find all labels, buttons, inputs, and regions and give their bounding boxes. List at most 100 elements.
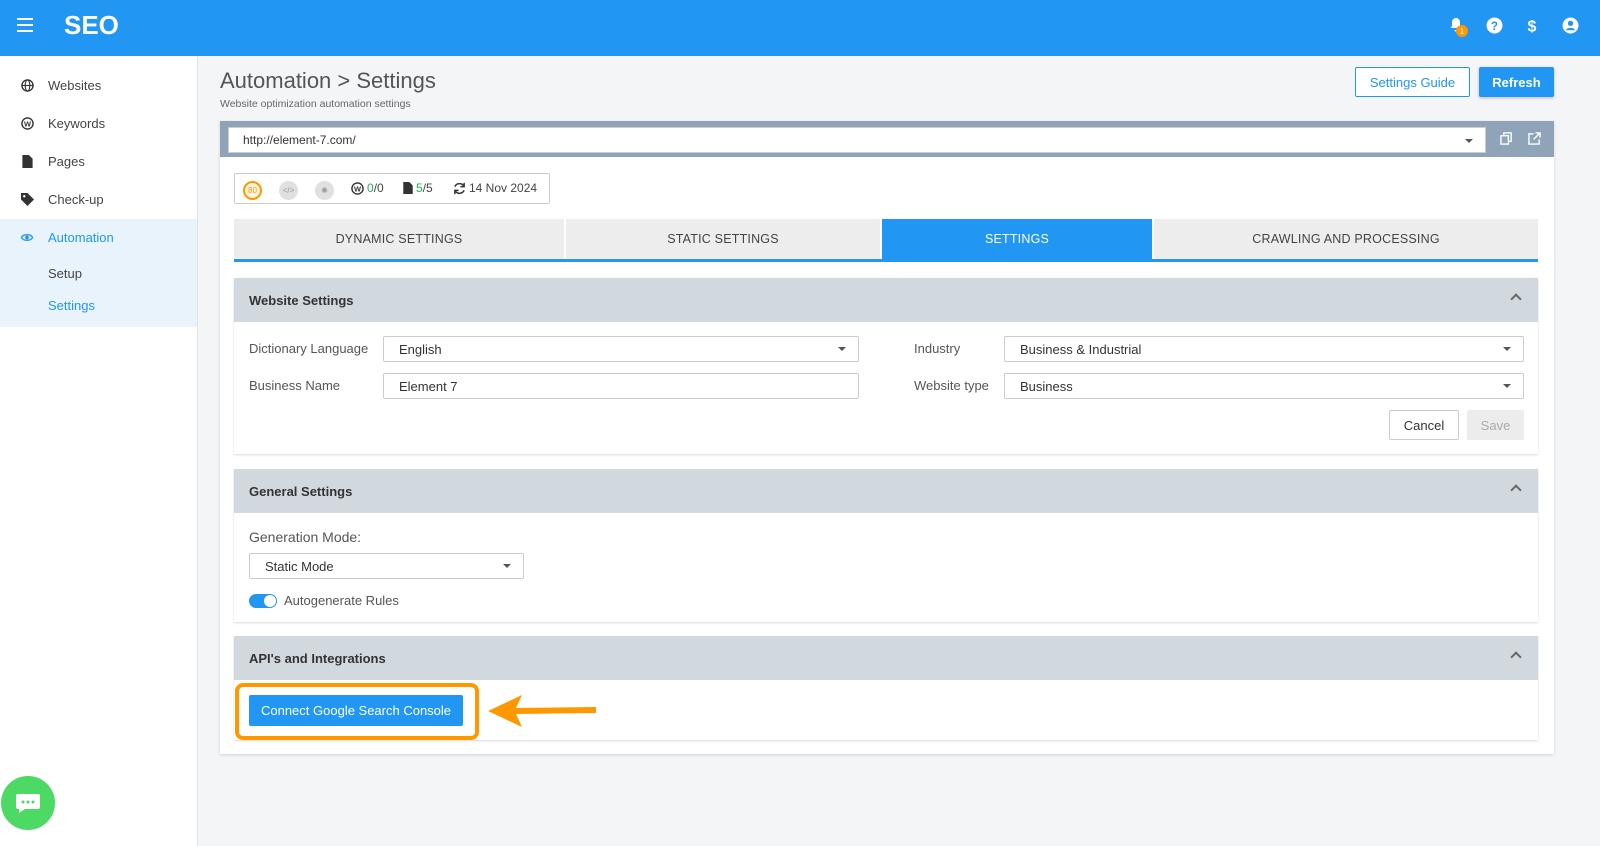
- sidebar-item-label: Websites: [48, 77, 102, 93]
- settings-guide-button[interactable]: Settings Guide: [1355, 67, 1470, 97]
- generation-mode-label: Generation Mode:: [249, 529, 362, 545]
- svg-text:W: W: [24, 119, 31, 128]
- business-name-label: Business Name: [249, 378, 341, 393]
- dictionary-language-label: Dictionary Language: [249, 341, 369, 356]
- page-subtitle: Website optimization automation settings: [220, 98, 411, 110]
- chevron-down-icon: [503, 564, 511, 568]
- website-type-select[interactable]: Business: [1004, 373, 1524, 399]
- integration-icon[interactable]: ✺: [315, 181, 334, 200]
- last-sync-stat: 14 Nov 2024: [453, 181, 537, 195]
- panel-title: API's and Integrations: [249, 651, 386, 666]
- website-type-value: Business: [1020, 379, 1073, 394]
- tab-settings[interactable]: SETTINGS: [882, 219, 1152, 259]
- chevron-down-icon: [1503, 347, 1511, 351]
- svg-text:?: ?: [1490, 19, 1497, 32]
- sidebar-item-checkup[interactable]: Check-up: [0, 180, 197, 218]
- website-url-select[interactable]: http://element-7.com/: [228, 127, 1486, 153]
- business-name-input[interactable]: Element 7: [383, 373, 859, 399]
- w-circle-icon: W: [20, 116, 34, 130]
- settings-tabs: DYNAMIC SETTINGS STATIC SETTINGS SETTING…: [234, 219, 1538, 262]
- toggle-knob: [264, 595, 276, 607]
- sidebar-subitem-settings[interactable]: Settings: [48, 298, 95, 313]
- save-button[interactable]: Save: [1467, 410, 1524, 440]
- w-circle-icon: W: [351, 181, 364, 195]
- sidebar-item-label: Pages: [48, 153, 85, 169]
- tab-crawling-processing[interactable]: CRAWLING AND PROCESSING: [1154, 219, 1538, 259]
- website-settings-panel: Website Settings Dictionary Language Eng…: [234, 278, 1538, 454]
- file-icon: [403, 182, 413, 194]
- sidebar: Websites W Keywords Pages Check-up Autom…: [0, 56, 198, 846]
- svg-text:$: $: [1528, 18, 1537, 34]
- industry-value: Business & Industrial: [1020, 342, 1142, 357]
- tag-icon: [20, 192, 34, 206]
- tab-dynamic-settings[interactable]: DYNAMIC SETTINGS: [234, 219, 564, 259]
- website-stats-bar: 80 </> ✺ W 0/0 5/5 14 Nov 2024: [234, 173, 550, 204]
- chevron-up-icon[interactable]: [1510, 651, 1522, 663]
- chevron-up-icon[interactable]: [1510, 293, 1522, 305]
- business-name-value: Element 7: [399, 379, 458, 394]
- chevron-down-icon: [1503, 384, 1511, 388]
- sidebar-item-label: Automation: [48, 229, 114, 245]
- url-bar: http://element-7.com/: [220, 121, 1554, 157]
- sidebar-item-automation[interactable]: Automation: [0, 218, 197, 256]
- svg-text:W: W: [354, 184, 361, 193]
- refresh-button[interactable]: Refresh: [1479, 67, 1554, 97]
- keywords-total: /0: [373, 181, 384, 195]
- autogenerate-rules-toggle[interactable]: [249, 594, 277, 608]
- page-title: Automation > Settings: [220, 68, 436, 93]
- file-icon: [20, 154, 34, 168]
- tab-underline: [234, 259, 1538, 262]
- chat-support-icon[interactable]: [1, 776, 55, 830]
- seo-score[interactable]: 80: [243, 181, 262, 200]
- arrow-annotation-icon: [488, 695, 596, 727]
- sidebar-item-label: Keywords: [48, 115, 106, 131]
- panel-title: General Settings: [249, 484, 353, 499]
- billing-dollar-icon[interactable]: $: [1522, 15, 1542, 35]
- hamburger-menu-icon[interactable]: [17, 18, 33, 32]
- sidebar-item-pages[interactable]: Pages: [0, 142, 197, 180]
- top-icons: 1 ? $: [1446, 15, 1580, 37]
- generation-mode-select[interactable]: Static Mode: [249, 553, 524, 579]
- code-icon[interactable]: </>: [279, 181, 298, 200]
- dictionary-language-value: English: [399, 342, 442, 357]
- pages-count: 5: [416, 181, 423, 195]
- sync-icon: [454, 182, 465, 194]
- generation-mode-value: Static Mode: [265, 559, 334, 574]
- top-bar: SEO 1 ? $: [0, 0, 1600, 56]
- panel-title: Website Settings: [249, 293, 354, 308]
- sidebar-subitem-setup[interactable]: Setup: [48, 266, 82, 281]
- autogenerate-rules-label: Autogenerate Rules: [284, 593, 399, 608]
- pages-total: /5: [422, 181, 433, 195]
- website-settings-header[interactable]: Website Settings: [234, 278, 1538, 322]
- sidebar-item-keywords[interactable]: W Keywords: [0, 104, 197, 142]
- pages-stat: 5/5: [403, 181, 433, 195]
- website-type-label: Website type: [914, 378, 989, 393]
- score-value: 80: [243, 181, 262, 200]
- keywords-count: 0: [367, 181, 374, 195]
- brand-logo: SEO: [64, 10, 119, 40]
- chevron-down-icon: [838, 347, 846, 351]
- account-user-icon[interactable]: [1560, 15, 1580, 35]
- chevron-up-icon[interactable]: [1510, 484, 1522, 496]
- chevron-down-icon: [1465, 139, 1473, 143]
- help-icon[interactable]: ?: [1484, 15, 1504, 35]
- tab-static-settings[interactable]: STATIC SETTINGS: [566, 219, 880, 259]
- sidebar-item-websites[interactable]: Websites: [0, 66, 197, 104]
- sidebar-item-label: Check-up: [48, 191, 104, 207]
- general-settings-header[interactable]: General Settings: [234, 469, 1538, 513]
- external-link-icon[interactable]: [1528, 132, 1542, 146]
- copy-icon[interactable]: [1500, 132, 1514, 146]
- main-card: http://element-7.com/ 80 </> ✺ W 0/0 5/5: [220, 121, 1554, 754]
- eye-icon: [20, 230, 34, 244]
- connect-google-search-console-button[interactable]: Connect Google Search Console: [249, 695, 463, 726]
- api-integrations-header[interactable]: API's and Integrations: [234, 636, 1538, 680]
- last-sync-date: 14 Nov 2024: [469, 181, 538, 195]
- industry-label: Industry: [914, 341, 961, 356]
- cancel-button[interactable]: Cancel: [1389, 410, 1459, 440]
- globe-icon: [20, 78, 34, 92]
- notification-badge: 1: [1456, 25, 1468, 37]
- industry-select[interactable]: Business & Industrial: [1004, 336, 1524, 362]
- dictionary-language-select[interactable]: English: [383, 336, 859, 362]
- keywords-stat: W 0/0: [351, 181, 384, 195]
- notifications-bell-icon[interactable]: 1: [1446, 15, 1468, 37]
